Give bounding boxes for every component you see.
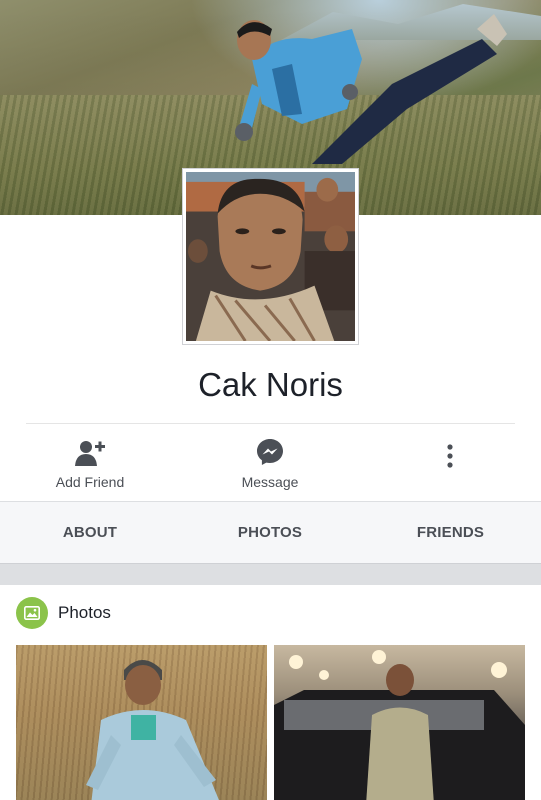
photo-image xyxy=(274,650,525,800)
tab-about[interactable]: ABOUT xyxy=(0,502,180,563)
photos-section-title: Photos xyxy=(58,603,111,622)
section-separator xyxy=(0,564,541,585)
cover-person-kicking xyxy=(235,14,507,164)
photo-thumbnail[interactable] xyxy=(16,645,267,800)
more-options-button[interactable] xyxy=(430,424,470,501)
photos-icon xyxy=(16,597,48,629)
profile-photo xyxy=(186,172,355,342)
messenger-icon xyxy=(257,439,283,465)
profile-actions: Add Friend Message xyxy=(0,424,541,501)
photo-thumbnail[interactable] xyxy=(274,645,525,800)
photos-section: Photos xyxy=(0,585,541,800)
more-options-icon xyxy=(447,444,453,468)
add-friend-icon xyxy=(75,441,105,466)
profile-picture[interactable] xyxy=(182,168,359,345)
add-friend-label: Add Friend xyxy=(55,474,125,490)
add-friend-button[interactable]: Add Friend xyxy=(40,424,140,501)
profile-name: Cak Noris xyxy=(198,366,343,403)
message-label: Message xyxy=(241,474,299,490)
tab-photos[interactable]: PHOTOS xyxy=(180,502,360,563)
tab-friends[interactable]: FRIENDS xyxy=(360,502,541,563)
message-button[interactable]: Message xyxy=(220,424,320,501)
photo-image xyxy=(86,660,219,800)
profile-tabs: ABOUT PHOTOS FRIENDS xyxy=(0,501,541,564)
photos-section-header[interactable]: Photos xyxy=(16,597,111,629)
